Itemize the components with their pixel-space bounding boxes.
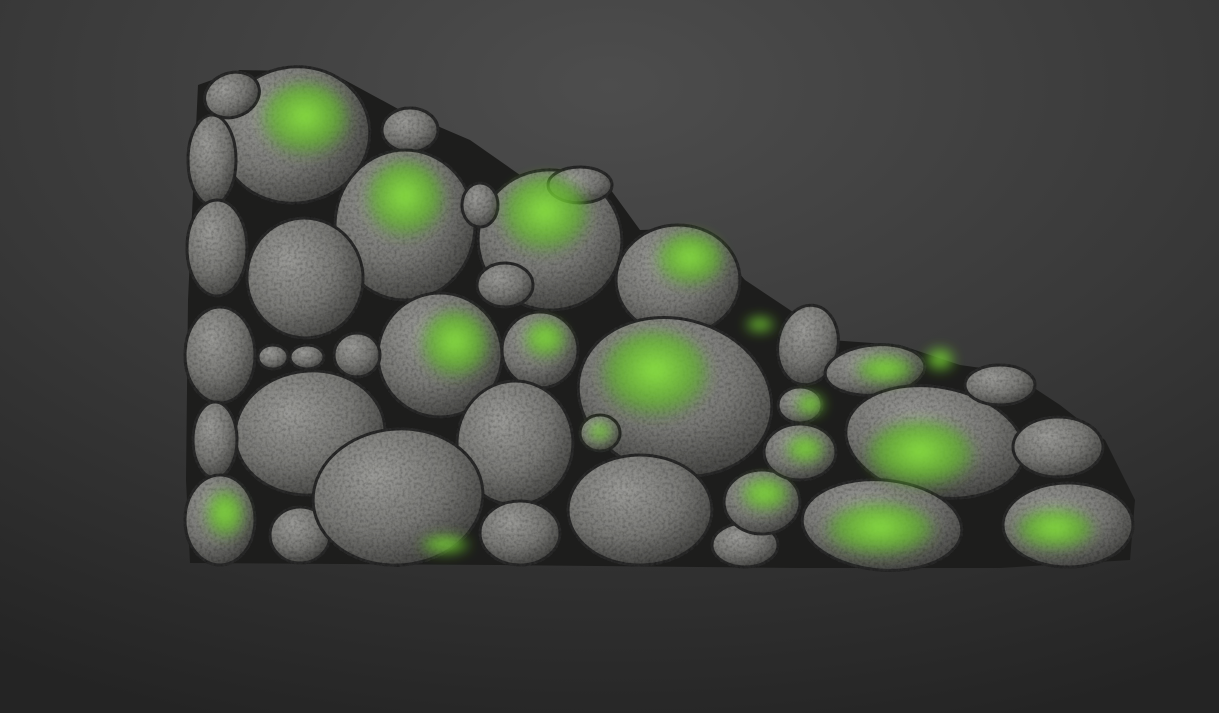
- moss-patch: [500, 175, 590, 255]
- moss-patch: [925, 348, 955, 372]
- stone: [478, 499, 562, 567]
- stone: [963, 363, 1037, 407]
- stone: [460, 181, 500, 229]
- moss-patch: [855, 355, 915, 385]
- moss-patch: [655, 232, 725, 288]
- moss-patch: [523, 320, 567, 360]
- moss-patch: [785, 435, 825, 465]
- moss-patch: [205, 490, 245, 540]
- moss-patch: [745, 317, 775, 333]
- stone: [332, 331, 382, 379]
- moss-patch: [825, 502, 935, 558]
- moss-patch: [865, 420, 975, 490]
- moss-patch: [588, 422, 612, 442]
- stone: [1011, 415, 1105, 479]
- moss-patch: [420, 310, 490, 380]
- stone: [191, 400, 239, 480]
- stone-wall-render: [0, 0, 1219, 713]
- stone: [185, 198, 249, 298]
- moss-patch: [420, 535, 470, 555]
- moss-patch: [365, 160, 445, 240]
- moss-patch: [260, 82, 350, 158]
- moss-patch: [795, 393, 825, 417]
- moss-patch: [740, 477, 790, 513]
- stone: [186, 113, 238, 207]
- moss-patch: [600, 330, 710, 420]
- stone: [475, 261, 535, 309]
- 3d-viewport[interactable]: [0, 0, 1219, 713]
- stone: [288, 343, 326, 371]
- stone: [566, 453, 714, 567]
- stone: [183, 305, 257, 405]
- stone: [380, 106, 440, 154]
- stone: [256, 343, 290, 371]
- moss-patch: [1015, 508, 1095, 552]
